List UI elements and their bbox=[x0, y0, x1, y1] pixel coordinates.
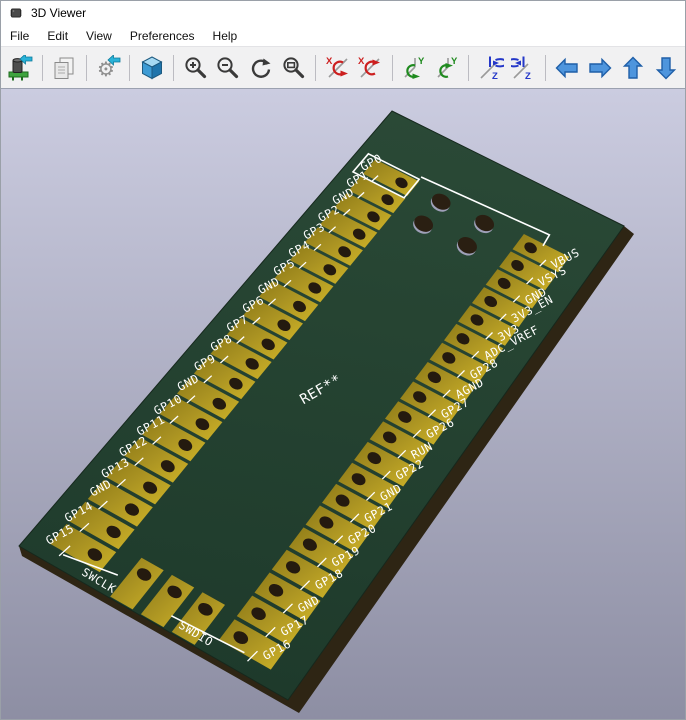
toolbar-separator bbox=[315, 55, 316, 81]
menu-item-preferences[interactable]: Preferences bbox=[121, 27, 204, 45]
rotate-z-ccw-icon: Z bbox=[511, 55, 537, 81]
toolbar-separator bbox=[42, 55, 43, 81]
pan-right-button[interactable] bbox=[584, 51, 617, 84]
menu-item-edit[interactable]: Edit bbox=[38, 27, 77, 45]
toolbar-separator bbox=[86, 55, 87, 81]
svg-text:Z: Z bbox=[492, 71, 498, 81]
svg-text:X: X bbox=[326, 56, 333, 67]
rotate-x-ccw-icon: X bbox=[357, 55, 383, 81]
rotate-z-cw-button[interactable]: Z bbox=[474, 51, 507, 84]
zoom-in-icon bbox=[183, 55, 209, 81]
pcb-3d-render: GP0VBUSGP1VSYSGNDGNDGP23V3_ENGP33V3GP4AD… bbox=[1, 89, 685, 719]
zoom-fit-button[interactable] bbox=[277, 51, 310, 84]
3d-viewer-window: 3D Viewer FileEditViewPreferencesHelp ⚙ … bbox=[0, 0, 686, 720]
toolbar-separator bbox=[392, 55, 393, 81]
copy-image-button[interactable] bbox=[48, 51, 81, 84]
preferences-button[interactable]: ⚙ bbox=[92, 51, 125, 84]
3d-viewport[interactable]: GP0VBUSGP1VSYSGNDGNDGP23V3_ENGP33V3GP4AD… bbox=[1, 89, 685, 719]
redraw-icon bbox=[248, 55, 274, 81]
zoom-in-button[interactable] bbox=[179, 51, 212, 84]
pan-up-icon bbox=[620, 55, 646, 81]
toolbar-separator bbox=[545, 55, 546, 81]
window-title: 3D Viewer bbox=[31, 6, 86, 20]
reload-board-button[interactable] bbox=[4, 51, 37, 84]
rotate-z-ccw-button[interactable]: Z bbox=[507, 51, 540, 84]
pan-left-button[interactable] bbox=[551, 51, 584, 84]
render-cube-icon bbox=[139, 55, 165, 81]
menu-item-view[interactable]: View bbox=[77, 27, 121, 45]
rotate-x-ccw-button[interactable]: X bbox=[354, 51, 387, 84]
menu-item-file[interactable]: File bbox=[1, 27, 38, 45]
zoom-out-button[interactable] bbox=[212, 51, 245, 84]
rotate-y-ccw-button[interactable]: Y bbox=[431, 51, 464, 84]
rotate-x-cw-button[interactable]: X bbox=[321, 51, 354, 84]
redraw-button[interactable] bbox=[245, 51, 278, 84]
svg-text:Y: Y bbox=[418, 56, 425, 67]
svg-text:Z: Z bbox=[525, 71, 531, 81]
copy-image-icon bbox=[51, 55, 77, 81]
rotate-z-cw-icon: Z bbox=[478, 55, 504, 81]
zoom-out-icon bbox=[215, 55, 241, 81]
pan-right-icon bbox=[587, 55, 613, 81]
toolbar: ⚙ X X Y Y Z Z bbox=[1, 46, 685, 89]
reload-board-icon bbox=[7, 55, 33, 81]
svg-text:X: X bbox=[358, 56, 365, 67]
rotate-y-cw-icon: Y bbox=[401, 55, 427, 81]
menu-item-help[interactable]: Help bbox=[204, 27, 247, 45]
menu-bar: FileEditViewPreferencesHelp bbox=[1, 25, 685, 46]
pan-down-button[interactable] bbox=[649, 51, 682, 84]
toolbar-separator bbox=[173, 55, 174, 81]
app-chip-icon bbox=[8, 5, 24, 21]
pan-down-icon bbox=[653, 55, 679, 81]
rotate-y-ccw-icon: Y bbox=[434, 55, 460, 81]
toolbar-separator bbox=[468, 55, 469, 81]
title-bar: 3D Viewer bbox=[1, 1, 685, 25]
rotate-x-cw-icon: X bbox=[325, 55, 351, 81]
zoom-fit-icon bbox=[281, 55, 307, 81]
render-cube-button[interactable] bbox=[135, 51, 168, 84]
rotate-y-cw-button[interactable]: Y bbox=[398, 51, 431, 84]
pan-left-icon bbox=[554, 55, 580, 81]
toolbar-separator bbox=[129, 55, 130, 81]
pan-up-button[interactable] bbox=[617, 51, 650, 84]
preferences-icon: ⚙ bbox=[95, 55, 121, 81]
